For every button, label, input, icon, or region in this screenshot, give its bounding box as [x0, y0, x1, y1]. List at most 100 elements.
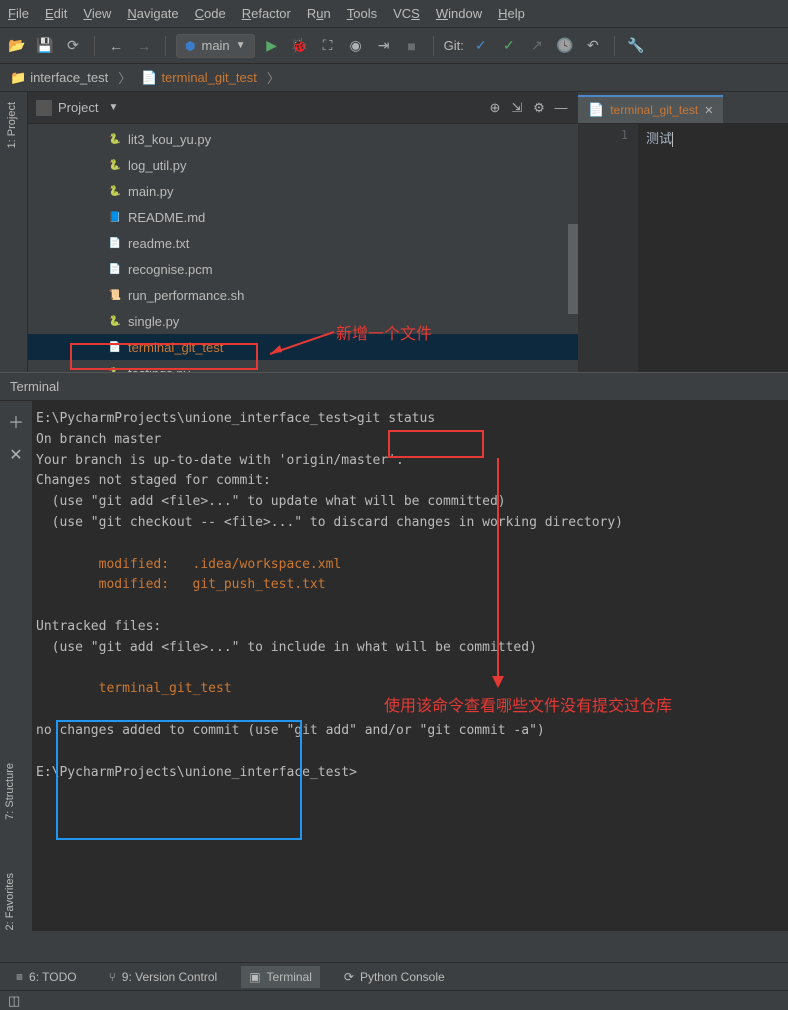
back-icon[interactable]: ← — [105, 35, 127, 57]
git-update-icon[interactable]: ✓ — [470, 35, 492, 57]
project-view-icon — [36, 100, 52, 116]
file-name-label: main.py — [128, 184, 174, 199]
py-file-icon: 🐍 — [108, 132, 122, 146]
tree-item-readme-txt[interactable]: 📄readme.txt — [28, 230, 578, 256]
bottom-tab-9-version-control[interactable]: ⑂9: Version Control — [101, 966, 226, 988]
step-icon[interactable]: ⇥ — [373, 35, 395, 57]
line-number: 1 — [578, 128, 628, 142]
settings-gear-icon[interactable]: ⚙ — [530, 99, 548, 117]
tree-item-main-py[interactable]: 🐍 main.py — [28, 178, 578, 204]
menu-code[interactable]: Code — [195, 6, 226, 21]
terminal-line: modified: git_push_test.txt — [36, 575, 784, 596]
open-icon[interactable]: 📂 — [6, 35, 28, 57]
py-file-icon: 🐍 — [108, 314, 122, 328]
terminal-line — [36, 659, 784, 680]
project-panel: Project ▼ ⊕ ⇲ ⚙ — 🐍lit3_kou_yu.py🐍log_ut… — [28, 92, 578, 372]
scrollbar-track — [568, 124, 578, 372]
breadcrumb-file[interactable]: 📄 terminal_git_test — [141, 70, 257, 86]
collapse-all-icon[interactable]: ⇲ — [508, 99, 526, 117]
tree-item-log_util-py[interactable]: 🐍log_util.py — [28, 152, 578, 178]
bottom-tab-6-todo[interactable]: ≡6: TODO — [8, 966, 85, 988]
file-icon: 📄 — [588, 102, 604, 118]
sync-icon[interactable]: ⟳ — [62, 35, 84, 57]
git-push-icon[interactable]: ↗ — [526, 35, 548, 57]
debug-icon[interactable]: 🐞 — [289, 35, 311, 57]
tree-item-recognise-pcm[interactable]: 📄recognise.pcm — [28, 256, 578, 282]
menu-navigate[interactable]: Navigate — [127, 6, 178, 21]
project-panel-header: Project ▼ ⊕ ⇲ ⚙ — — [28, 92, 578, 124]
close-tab-icon[interactable]: ✕ — [704, 104, 713, 117]
terminal-line — [36, 596, 784, 617]
close-terminal-icon[interactable]: ✕ — [9, 445, 22, 465]
menu-help[interactable]: Help — [498, 6, 525, 21]
forward-icon[interactable]: → — [133, 35, 155, 57]
terminal-line: (use "git add <file>..." to include in w… — [36, 638, 784, 659]
tree-item-run_performance-sh[interactable]: 📜run_performance.sh — [28, 282, 578, 308]
tree-item-single-py[interactable]: 🐍single.py — [28, 308, 578, 334]
settings-wrench-icon[interactable]: 🔧 — [625, 35, 647, 57]
tree-item-testings-py[interactable]: 🐍testings.py — [28, 360, 578, 372]
terminal-line: Your branch is up-to-date with 'origin/m… — [36, 451, 784, 472]
locate-icon[interactable]: ⊕ — [486, 99, 504, 117]
run-icon[interactable]: ▶ — [261, 35, 283, 57]
file-name-label: log_util.py — [128, 158, 187, 173]
project-tree[interactable]: 🐍lit3_kou_yu.py🐍log_util.py🐍main.py📘READ… — [28, 124, 578, 372]
hide-icon[interactable]: — — [552, 99, 570, 117]
editor-tabs: 📄 terminal_git_test ✕ — [578, 92, 788, 124]
menu-file[interactable]: File — [8, 6, 29, 21]
terminal-line: (use "git add <file>..." to update what … — [36, 492, 784, 513]
run-configuration-selector[interactable]: ⬢ main ▼ — [176, 34, 255, 58]
terminal-line: Untracked files: — [36, 617, 784, 638]
breadcrumb-separator-icon: 〉 — [267, 68, 280, 87]
file-name-label: readme.txt — [128, 236, 189, 251]
undo-icon[interactable]: ↶ — [582, 35, 604, 57]
editor-content[interactable]: 测试 — [638, 124, 788, 372]
py-file-icon: 🐍 — [108, 184, 122, 198]
file-name-label: recognise.pcm — [128, 262, 213, 277]
structure-tool-window-button[interactable]: 7: Structure — [4, 763, 16, 820]
menu-tools[interactable]: Tools — [347, 6, 377, 21]
bottom-tab-python-console[interactable]: ⟳Python Console — [336, 966, 453, 988]
editor-body[interactable]: 1 测试 — [578, 124, 788, 372]
add-terminal-icon[interactable]: ＋ — [8, 409, 24, 433]
file-name-label: testings.py — [128, 366, 190, 373]
menu-view[interactable]: View — [83, 6, 111, 21]
tree-item-terminal_git_test[interactable]: 📄terminal_git_test — [28, 334, 578, 360]
tree-item-lit3_kou_yu-py[interactable]: 🐍 lit3_kou_yu.py — [28, 126, 578, 152]
profile-icon[interactable]: ◉ — [345, 35, 367, 57]
menu-bar: File Edit View Navigate Code Refactor Ru… — [0, 0, 788, 28]
run-config-name: main — [201, 38, 229, 53]
stop-icon[interactable]: ■ — [401, 35, 423, 57]
folder-icon: 📁 — [10, 70, 26, 86]
terminal-content[interactable]: E:\PycharmProjects\unione_interface_test… — [32, 401, 788, 931]
tab-label: Terminal — [267, 970, 312, 984]
terminal-line — [36, 700, 784, 721]
left-tool-strip: 1: Project — [0, 92, 28, 372]
menu-run[interactable]: Run — [307, 6, 331, 21]
tree-item-README-md[interactable]: 📘README.md — [28, 204, 578, 230]
bottom-tab-terminal[interactable]: ▣ Terminal — [241, 966, 320, 988]
chevron-down-icon[interactable]: ▼ — [108, 102, 118, 113]
breadcrumb-project[interactable]: 📁 interface_test — [10, 70, 108, 86]
status-bar-icon[interactable]: ◫ — [8, 993, 20, 1009]
terminal-body: ＋ ✕ E:\PycharmProjects\unione_interface_… — [0, 401, 788, 931]
menu-edit[interactable]: Edit — [45, 6, 67, 21]
menu-vcs[interactable]: VCS — [393, 6, 420, 21]
save-icon[interactable]: 💾 — [34, 35, 56, 57]
terminal-gutter: ＋ ✕ — [0, 401, 32, 931]
menu-window[interactable]: Window — [436, 6, 482, 21]
project-tool-window-button[interactable]: 1: Project — [6, 102, 18, 148]
favorites-tool-window-button[interactable]: 2: Favorites — [4, 873, 16, 930]
editor-tab-terminal-git-test[interactable]: 📄 terminal_git_test ✕ — [578, 95, 723, 123]
menu-refactor[interactable]: Refactor — [242, 6, 291, 21]
git-commit-icon[interactable]: ✓ — [498, 35, 520, 57]
terminal-line — [36, 534, 784, 555]
coverage-icon[interactable]: ⛶ — [317, 35, 339, 57]
tab-icon: ▣ — [249, 970, 260, 984]
scrollbar-thumb[interactable] — [568, 224, 578, 314]
terminal-line: no changes added to commit (use "git add… — [36, 721, 784, 742]
file-name-label: lit3_kou_yu.py — [128, 132, 211, 147]
git-label: Git: — [444, 38, 464, 53]
terminal-line: terminal_git_test — [36, 679, 784, 700]
git-history-icon[interactable]: 🕓 — [554, 35, 576, 57]
